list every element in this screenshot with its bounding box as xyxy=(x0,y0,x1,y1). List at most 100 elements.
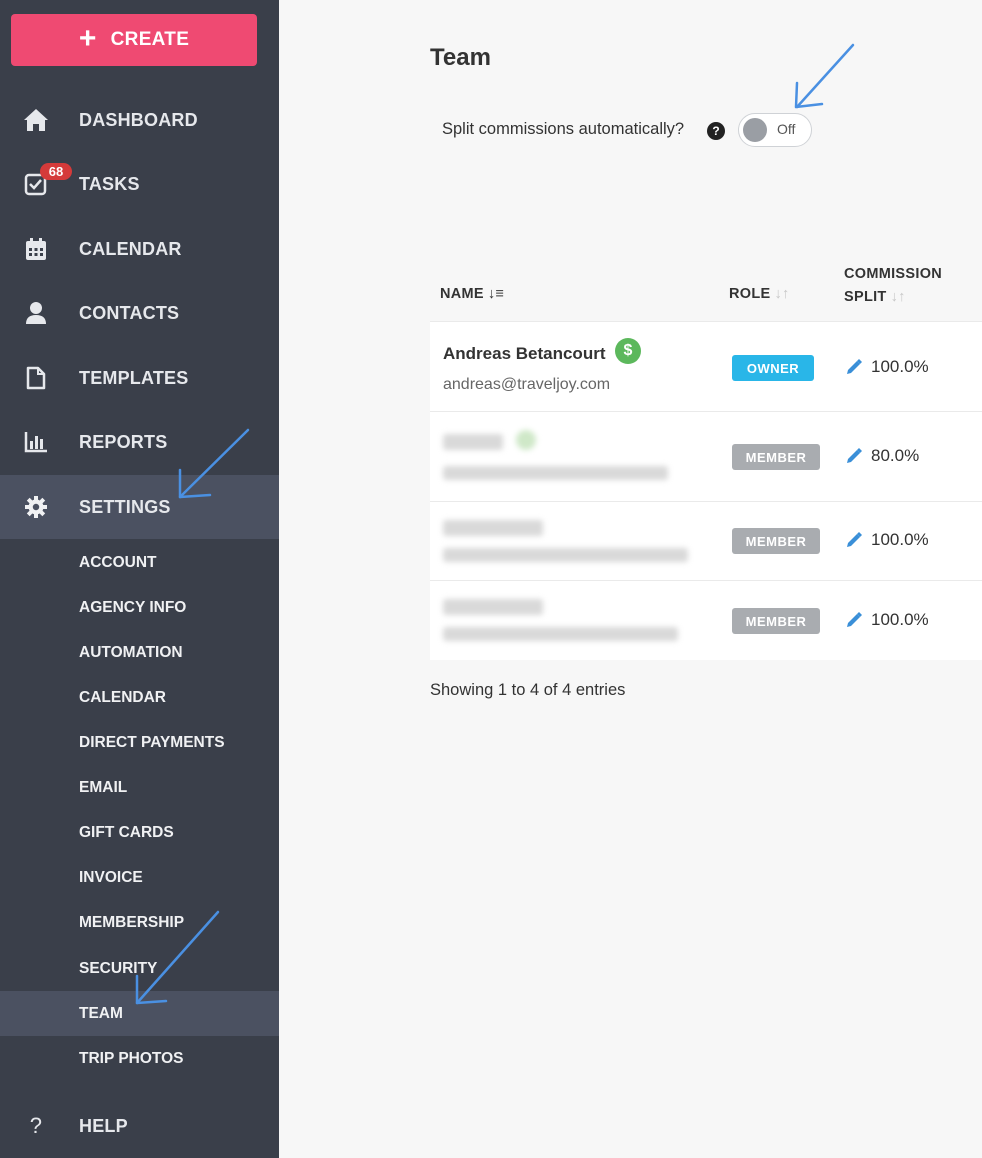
calendar-icon xyxy=(22,235,50,263)
settings-email-label: EMAIL xyxy=(79,778,128,796)
home-icon xyxy=(22,106,50,134)
settings-calendar[interactable]: CALENDAR xyxy=(0,675,279,720)
blurred-email xyxy=(443,627,678,641)
toggle-state-label: Off xyxy=(777,121,796,137)
settings-trip-photos-label: TRIP PHOTOS xyxy=(79,1049,184,1067)
table-row[interactable]: MEMBER 80.0% xyxy=(430,411,982,501)
nav-settings[interactable]: SETTINGS xyxy=(0,475,279,539)
nav-tasks[interactable]: TASKS xyxy=(0,152,279,216)
column-header-commission-line2: SPLIT xyxy=(844,289,887,305)
question-icon: ? xyxy=(29,1113,43,1138)
blurred-name xyxy=(443,520,543,536)
split-commissions-label: Split commissions automatically? xyxy=(442,120,685,138)
nav-tasks-label: TASKS xyxy=(79,173,140,194)
nav-settings-label: SETTINGS xyxy=(79,496,171,517)
pencil-icon xyxy=(847,359,862,374)
gear-icon xyxy=(22,493,50,521)
table-row[interactable]: Andreas Betancourt $ andreas@traveljoy.c… xyxy=(430,321,982,411)
commission-split-cell[interactable]: 100.0% xyxy=(845,357,929,377)
settings-security[interactable]: SECURITY xyxy=(0,946,279,991)
commission-split-cell[interactable]: 80.0% xyxy=(845,446,919,466)
settings-agency-info[interactable]: AGENCY INFO xyxy=(0,585,279,630)
settings-direct-payments[interactable]: DIRECT PAYMENTS xyxy=(0,720,279,765)
settings-gift-cards[interactable]: GIFT CARDS xyxy=(0,810,279,855)
sidebar: + CREATE DASHBOARD TASKS 68 CALENDAR CON… xyxy=(0,0,279,1158)
settings-team[interactable]: TEAM xyxy=(0,991,279,1036)
column-header-role[interactable]: ROLE ↓↑ xyxy=(729,286,790,302)
column-header-name[interactable]: NAME ↓≡ xyxy=(440,286,504,302)
create-label: CREATE xyxy=(110,29,190,50)
role-badge: MEMBER xyxy=(732,528,820,554)
settings-trip-photos[interactable]: TRIP PHOTOS xyxy=(0,1036,279,1081)
commission-split-cell[interactable]: 100.0% xyxy=(845,530,929,550)
settings-membership[interactable]: MEMBERSHIP xyxy=(0,900,279,945)
nav-reports-label: REPORTS xyxy=(79,431,168,452)
nav-contacts-label: CONTACTS xyxy=(79,302,180,323)
commission-split-value: 100.0% xyxy=(871,530,929,549)
settings-automation-label: AUTOMATION xyxy=(79,643,183,661)
page-title: Team xyxy=(430,44,491,71)
nav-contacts[interactable]: CONTACTS xyxy=(0,281,279,345)
toggle-knob xyxy=(743,118,767,142)
settings-agency-info-label: AGENCY INFO xyxy=(79,598,187,616)
entries-info: Showing 1 to 4 of 4 entries xyxy=(430,681,626,699)
role-badge: OWNER xyxy=(732,355,814,381)
settings-email[interactable]: EMAIL xyxy=(0,765,279,810)
nav-help-label: HELP xyxy=(79,1115,128,1136)
pencil-icon xyxy=(847,532,862,547)
column-header-role-label: ROLE xyxy=(729,286,771,302)
pencil-icon xyxy=(847,612,862,627)
sort-icon: ↓↑ xyxy=(774,286,790,302)
settings-invoice-label: INVOICE xyxy=(79,868,143,886)
settings-calendar-label: CALENDAR xyxy=(79,688,166,706)
table-row[interactable]: MEMBER 100.0% xyxy=(430,580,982,660)
commission-split-value: 100.0% xyxy=(871,357,929,376)
nav-templates-label: TEMPLATES xyxy=(79,367,189,388)
bar-chart-icon xyxy=(22,428,50,456)
sort-icon: ↓↑ xyxy=(890,289,906,305)
nav-dashboard[interactable]: DASHBOARD xyxy=(0,88,279,152)
commission-split-value: 100.0% xyxy=(871,610,929,629)
create-button[interactable]: + CREATE xyxy=(11,14,257,66)
nav-reports[interactable]: REPORTS xyxy=(0,410,279,474)
settings-security-label: SECURITY xyxy=(79,959,158,977)
dollar-icon: $ xyxy=(615,338,641,364)
settings-invoice[interactable]: INVOICE xyxy=(0,855,279,900)
member-name: Andreas Betancourt xyxy=(443,344,606,363)
pencil-icon xyxy=(847,448,862,463)
nav-templates[interactable]: TEMPLATES xyxy=(0,346,279,410)
settings-account[interactable]: ACCOUNT xyxy=(0,540,279,585)
person-icon xyxy=(22,299,50,327)
annotation-arrow-toggle xyxy=(795,43,855,109)
sort-ascending-icon: ↓≡ xyxy=(487,286,505,302)
table-row[interactable]: MEMBER 100.0% xyxy=(430,501,982,580)
settings-account-label: ACCOUNT xyxy=(79,553,157,571)
settings-gift-cards-label: GIFT CARDS xyxy=(79,823,174,841)
split-commissions-toggle[interactable]: Off xyxy=(738,113,812,147)
column-header-commission-line1: COMMISSION xyxy=(844,266,943,282)
commission-split-value: 80.0% xyxy=(871,446,920,465)
document-icon xyxy=(22,364,50,392)
tasks-count-badge: 68 xyxy=(40,163,72,180)
blurred-name xyxy=(443,599,543,615)
blurred-name xyxy=(443,434,503,450)
settings-automation[interactable]: AUTOMATION xyxy=(0,630,279,675)
blurred-email xyxy=(443,548,688,562)
plus-icon: + xyxy=(78,21,97,55)
nav-help[interactable]: ? HELP xyxy=(0,1094,279,1158)
blurred-email xyxy=(443,466,668,480)
role-badge: MEMBER xyxy=(732,444,820,470)
settings-membership-label: MEMBERSHIP xyxy=(79,913,185,931)
commission-split-cell[interactable]: 100.0% xyxy=(845,610,929,630)
nav-calendar[interactable]: CALENDAR xyxy=(0,217,279,281)
column-header-name-label: NAME xyxy=(440,286,484,302)
nav-calendar-label: CALENDAR xyxy=(79,238,182,259)
settings-direct-payments-label: DIRECT PAYMENTS xyxy=(79,733,225,751)
blurred-dollar-icon xyxy=(516,430,536,450)
settings-team-label: TEAM xyxy=(79,1004,123,1022)
role-badge: MEMBER xyxy=(732,608,820,634)
column-header-commission-split[interactable]: COMMISSION SPLIT ↓↑ xyxy=(844,263,942,309)
member-email: andreas@traveljoy.com xyxy=(443,376,611,393)
nav-dashboard-label: DASHBOARD xyxy=(79,109,198,130)
help-question-icon[interactable]: ? xyxy=(707,122,725,140)
